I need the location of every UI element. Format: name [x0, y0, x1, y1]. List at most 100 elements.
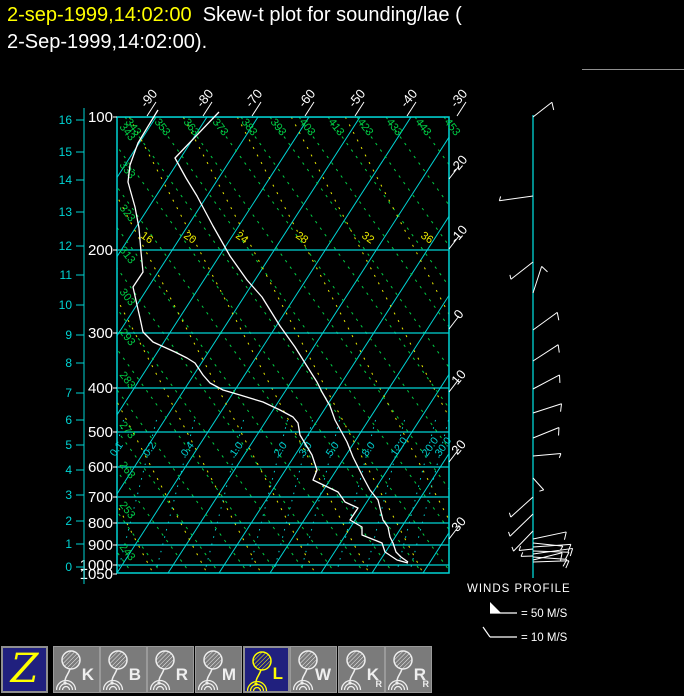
toolbar-button-l[interactable]: L: [243, 646, 290, 693]
toolbar-button-letter: B: [128, 665, 141, 684]
moist-adiabat-line: [117, 297, 262, 573]
dry-adiabat-line: [117, 307, 307, 573]
wind-barb: [532, 403, 562, 414]
dry-adiabat-left-label: 293: [117, 326, 138, 348]
plot-border: [116, 116, 450, 574]
pressure-label: 500: [88, 424, 113, 441]
dry-adiabat-line: [356, 117, 449, 247]
height-label: 16: [59, 113, 73, 127]
skewt-plot: 1002003004005006007008009001000105001234…: [59, 86, 684, 644]
pressure-label: 400: [88, 380, 113, 397]
mixing-ratio-label: 2.0: [272, 440, 290, 459]
moist-adiabat-labels: 16 20 24 28 32 36: [138, 230, 435, 247]
moist-adiabat-line: [344, 117, 449, 316]
toolbar-button-z[interactable]: Z: [1, 646, 48, 693]
isotherm-right-label: -20: [447, 152, 471, 176]
pressure-label: 700: [88, 489, 113, 506]
isotherm-labels-right: -20 -10 0 10 20 30: [447, 152, 471, 540]
wind-barb: [532, 311, 558, 331]
toolbar-button-letter: W: [314, 665, 331, 684]
height-label: 9: [65, 328, 72, 342]
toolbar-button-subscript: R: [422, 679, 430, 689]
dry-adiabat-line: [240, 117, 449, 409]
height-label: 3: [65, 488, 72, 502]
toolbar-button-subscript: R: [375, 679, 383, 689]
dry-adiabat-top-label: 393: [268, 116, 289, 138]
isotherm-line: [525, 117, 684, 573]
height-label: 8: [65, 356, 72, 370]
isotherm-line: [474, 117, 684, 573]
wind-barb: [509, 513, 534, 537]
pressure-label: 800: [88, 515, 113, 532]
toolbar-button-b[interactable]: B: [100, 646, 147, 693]
dry-adiabat-left-label: 303: [117, 286, 138, 308]
isotherm-right-label: 30: [448, 514, 469, 535]
height-label: 1: [65, 537, 72, 551]
mixing-ratio-label: 12.0: [389, 435, 411, 459]
moist-adiabat-label: 32: [359, 230, 376, 247]
pressure-axis-labels: 10020030040050060070080090010001050: [80, 109, 117, 583]
wind-barb: [510, 261, 534, 280]
isotherm-labels-top: -90 -80 -70 -60 -50 -40 -30: [137, 86, 471, 117]
isotherm-top-label: -70: [242, 86, 266, 110]
toolbar-button-r[interactable]: R: [147, 646, 194, 693]
height-label: 13: [59, 205, 73, 219]
dry-adiabat-line: [327, 117, 449, 288]
dry-adiabat-line: [182, 117, 449, 490]
height-label: 2: [65, 514, 72, 528]
isotherm-top-label: -40: [397, 86, 421, 110]
toolbar-button-r-r[interactable]: RR: [385, 646, 432, 693]
wind-barb: [532, 453, 561, 457]
wind-profile: [498, 101, 574, 578]
isotherm-line: [167, 136, 449, 573]
pressure-label: 200: [88, 242, 113, 259]
wind-barb: [532, 101, 553, 118]
legend-entry-label: = 50 M/S: [521, 608, 568, 620]
height-label: 10: [59, 298, 73, 312]
app-logo-z: Z: [10, 646, 39, 692]
isotherm-top-label: -80: [193, 86, 217, 110]
isotherm-top-label: -30: [447, 86, 471, 110]
toolbar-button-k-r[interactable]: KR: [338, 646, 385, 693]
dry-adiabat-line: [124, 117, 449, 572]
wind-barb: [532, 560, 569, 563]
wind-barb: [532, 344, 559, 362]
toolbar-button-m[interactable]: M: [195, 646, 242, 693]
dry-adiabat-line: [117, 186, 394, 573]
moist-adiabat-line: [236, 117, 449, 521]
pressure-label: 600: [88, 459, 113, 476]
legend-entry-label: = 10 M/S: [521, 632, 568, 644]
height-axis: 012345678910111213141516: [59, 108, 85, 584]
moist-adiabat-label: 36: [418, 230, 435, 247]
toolbar-button-letter: L: [272, 664, 283, 683]
wind-barb: [532, 531, 567, 540]
dry-adiabat-line: [211, 117, 449, 450]
isotherm-line: [218, 215, 449, 573]
dry-adiabat-top-label: 443: [413, 116, 434, 138]
dry-adiabat-left-label: 313: [117, 244, 138, 266]
wind-legend: WINDS PROFILE= 50 M/S= 10 M/S= 5 M/S: [467, 583, 570, 644]
isotherm-line: [371, 452, 449, 573]
wind-barb: [532, 477, 545, 491]
height-label: 7: [65, 386, 72, 400]
mixing-ratio-label: 8.0: [360, 440, 378, 459]
mixing-ratio-labels: 0.1 0.2 0.4 1.0 2.0 3.0 5.0 8.0 12.0 20.030.0: [108, 435, 455, 459]
height-label: 12: [59, 239, 73, 253]
moist-adiabat-label: 28: [293, 230, 310, 247]
toolbar-button-w[interactable]: W: [290, 646, 337, 693]
dry-adiabat-line: [117, 145, 423, 573]
dry-adiabat-left-label: 333: [117, 159, 138, 181]
isotherm-top-label: -50: [345, 86, 369, 110]
toolbar-button-letter: M: [221, 665, 236, 684]
toolbar-button-k[interactable]: K: [53, 646, 100, 693]
dry-adiabat-line: [269, 117, 449, 369]
isotherm-right-label: 0: [450, 307, 466, 322]
wind-barb: [513, 530, 534, 552]
moist-adiabat-line: [128, 117, 370, 573]
dry-adiabat-top-label: 433: [384, 116, 405, 138]
dry-adiabat-left-label: 253: [117, 499, 138, 521]
isotherm-line: [117, 117, 157, 179]
height-label: 0: [65, 560, 72, 574]
temperature-trace: [174, 111, 409, 563]
mixing-ratio-label: 0.2: [141, 440, 159, 459]
